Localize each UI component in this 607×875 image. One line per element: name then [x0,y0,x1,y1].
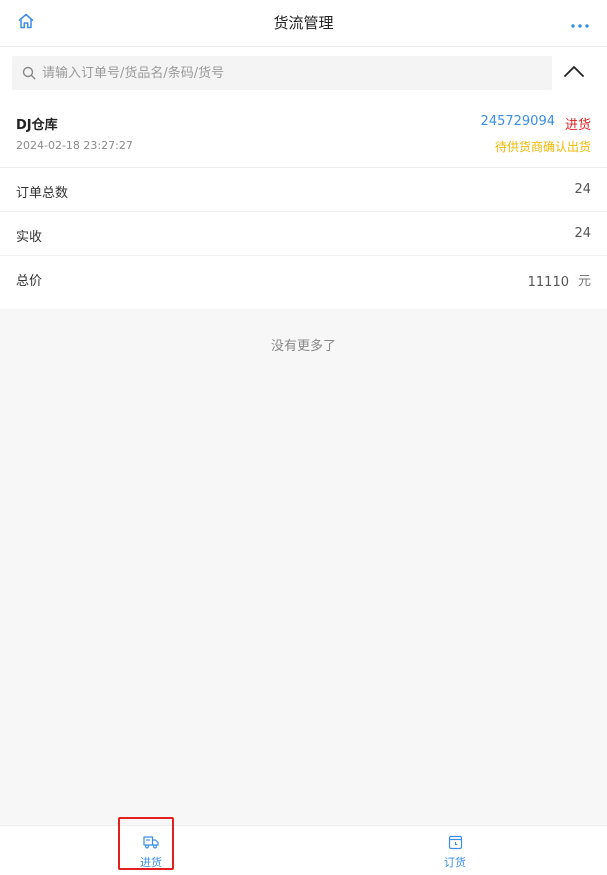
tab-purchase[interactable]: 进货 [111,826,191,875]
page-title: 货流管理 [273,14,334,32]
order-status: 待供货商确认出货 [494,140,591,154]
truck-icon [142,834,160,850]
total-price-value: 11110 [527,275,569,290]
order-datetime: 2024-02-18 23:27:27 [16,139,133,152]
tab-order[interactable]: 订货 [415,826,495,875]
list-end-text: 没有更多了 [270,339,336,354]
field-label: 实收 [16,230,43,245]
bottom-tabbar: 进货 订货 [0,825,607,875]
field-row-total-price: 总价 11110 元 [0,256,607,299]
field-row-received: 实收 24 [0,212,607,256]
order-card: DJ仓库 2024-02-18 23:27:27 245729094 进货 待供… [0,99,607,309]
order-number[interactable]: 245729094 [481,114,555,129]
collapse-button[interactable] [560,59,588,85]
currency-unit: 元 [577,274,591,289]
field-row-total-count: 订单总数 24 [0,168,607,212]
field-value: 24 [574,226,591,241]
search-bar [0,47,607,99]
clipboard-clock-icon [446,834,464,850]
field-value: 24 [574,182,591,197]
search-icon [21,65,37,81]
more-dots-icon [570,14,590,33]
app-header: 货流管理 [0,0,607,47]
order-type-badge: 进货 [564,118,591,133]
order-card-header[interactable]: DJ仓库 2024-02-18 23:27:27 245729094 进货 待供… [0,99,607,168]
tab-label: 进货 [140,856,162,869]
field-label: 总价 [16,274,43,289]
warehouse-name: DJ仓库 [16,118,58,133]
search-input[interactable] [42,58,542,88]
search-box[interactable] [12,56,552,90]
more-button[interactable] [567,11,593,35]
field-label: 订单总数 [16,186,69,201]
chevron-up-icon [563,63,585,82]
tab-label: 订货 [444,856,466,869]
